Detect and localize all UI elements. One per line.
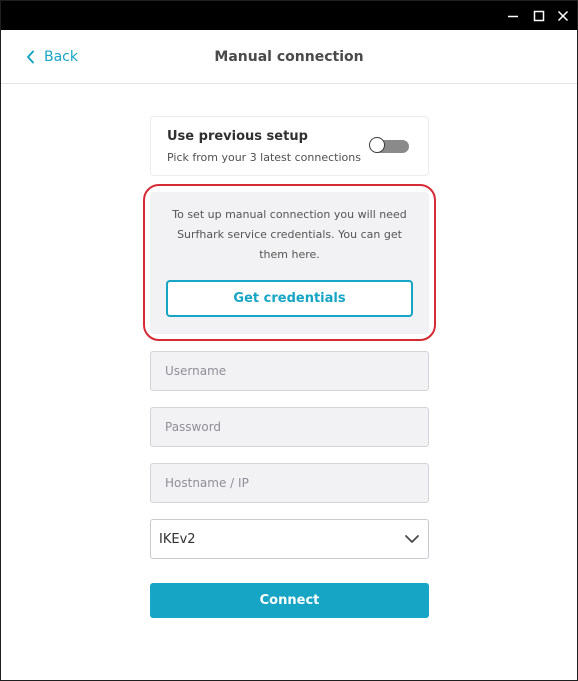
- page-header: Back Manual connection: [1, 30, 577, 84]
- chevron-left-icon: [27, 50, 34, 63]
- back-label: Back: [44, 48, 78, 65]
- close-icon: [557, 10, 569, 21]
- connect-button[interactable]: Connect: [150, 583, 429, 618]
- toggle-knob: [369, 137, 385, 153]
- protocol-select[interactable]: IKEv2: [150, 519, 429, 559]
- app-window: Back Manual connection Use previous setu…: [0, 0, 578, 681]
- previous-setup-toggle[interactable]: [369, 137, 411, 155]
- password-field[interactable]: Password: [150, 407, 429, 447]
- minimize-button[interactable]: [501, 1, 525, 30]
- previous-setup-title: Use previous setup: [167, 129, 308, 144]
- chevron-down-icon: [405, 535, 419, 543]
- back-button[interactable]: Back: [26, 30, 78, 83]
- credentials-info-box: To set up manual connection you will nee…: [150, 192, 429, 334]
- title-bar: [1, 1, 577, 30]
- page-title: Manual connection: [214, 48, 364, 65]
- previous-setup-subtitle: Pick from your 3 latest connections: [167, 151, 361, 164]
- hostname-field[interactable]: Hostname / IP: [150, 463, 429, 503]
- maximize-button[interactable]: [527, 1, 551, 30]
- protocol-selected-value: IKEv2: [159, 531, 196, 547]
- minimize-icon: [508, 15, 518, 17]
- credentials-info-text: To set up manual connection you will nee…: [172, 208, 407, 261]
- maximize-icon: [533, 10, 545, 21]
- previous-setup-card: Use previous setup Pick from your 3 late…: [150, 116, 429, 176]
- username-field[interactable]: Username: [150, 351, 429, 391]
- get-credentials-button[interactable]: Get credentials: [166, 280, 413, 317]
- close-button[interactable]: [551, 1, 575, 30]
